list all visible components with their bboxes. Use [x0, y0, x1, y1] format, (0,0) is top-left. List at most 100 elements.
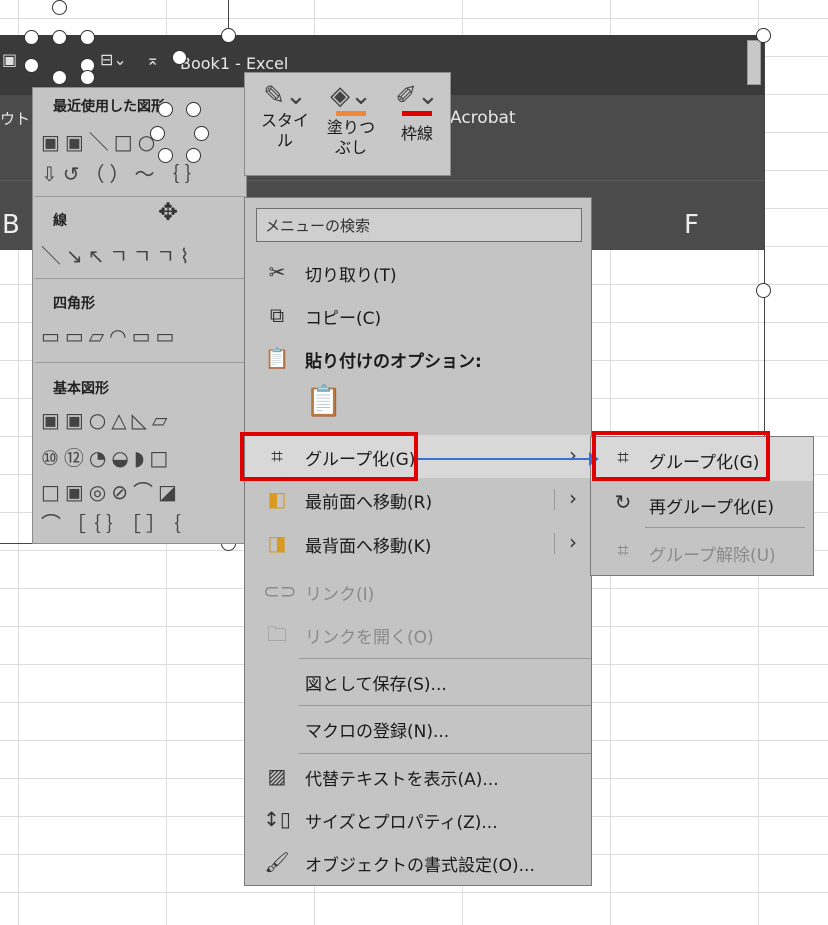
menu-item-save-as-picture[interactable]: 図として保存(S)...	[245, 660, 591, 703]
ribbon-tab-partial[interactable]: ウト	[0, 108, 30, 129]
menu-divider	[299, 658, 591, 659]
gallery-shape-row[interactable]: □▣◎⊘⌒◪	[41, 476, 246, 505]
gallery-shape-row[interactable]: ＼↘↖ㄱㄱㄱ⌇	[41, 240, 246, 269]
menu-item-paste-options: 📋 貼り付けのオプション:	[245, 337, 591, 380]
menu-divider	[299, 705, 591, 706]
shape-handle[interactable]	[80, 30, 95, 45]
scissors-icon: ✂	[268, 260, 286, 284]
menu-item-copy[interactable]: ⧉ コピー(C)	[245, 294, 591, 337]
copy-icon: ⧉	[269, 303, 285, 327]
submenu-item-regroup[interactable]: ↻ 再グループ化(E)	[591, 482, 813, 526]
ungroup-icon: ⌗	[617, 538, 629, 562]
submenu-item-label: グループ解除(U)	[649, 546, 776, 566]
shape-rotate-handle[interactable]	[52, 0, 67, 15]
gallery-section-title: 線	[53, 213, 67, 229]
resize-handle-top[interactable]	[221, 28, 236, 43]
split-divider	[554, 533, 555, 554]
shape-rotate-handle[interactable]	[172, 50, 187, 65]
outline-button[interactable]: ✐⌄ 枠線	[389, 81, 445, 144]
gallery-shape-row[interactable]: ⌒［｛｝［］｛	[41, 508, 246, 537]
size-icon: ↕▯	[263, 807, 291, 831]
menu-item-label: マクロの登録(N)...	[305, 722, 450, 742]
paste-icon: 📋	[264, 346, 290, 370]
regroup-icon: ↻	[614, 490, 632, 514]
style-label: スタイ	[260, 111, 309, 130]
context-menu: メニューの検索 ✂ 切り取り(T) ⧉ コピー(C) 📋 貼り付けのオプション:…	[244, 197, 592, 886]
gallery-shape-row[interactable]: ▣▣＼□○	[41, 126, 246, 155]
highlight-box-group-submenu	[592, 431, 770, 481]
shape-handle[interactable]	[80, 70, 95, 85]
menu-item-send-back[interactable]: ◨ 最背面へ移動(K) ›	[245, 522, 591, 565]
alt-text-icon: ▨	[267, 764, 287, 788]
menu-item-format-object[interactable]: 🖌 オブジェクトの書式設定(O)...	[245, 841, 591, 884]
gallery-divider	[35, 278, 245, 279]
column-header-f[interactable]: F	[684, 210, 699, 240]
shape-handle[interactable]	[158, 148, 173, 163]
menu-item-size-properties[interactable]: ↕▯ サイズとプロパティ(Z)...	[245, 798, 591, 841]
gallery-section-title: 四角形	[53, 296, 95, 312]
shape-gallery-panel: 最近使用した図形 ▣▣＼□○ ⇩↺（）〜｛｝ 線 ＼↘↖ㄱㄱㄱ⌇ 四角形 ▭▭▱…	[32, 87, 247, 544]
gallery-shape-row[interactable]: ▭▭▱◠▭▭	[41, 324, 246, 348]
shape-handle[interactable]	[150, 126, 165, 141]
paste-option-button[interactable]: 📋	[305, 384, 342, 419]
menu-item-cut[interactable]: ✂ 切り取り(T)	[245, 251, 591, 294]
highlight-box-group-menu	[240, 432, 418, 481]
style-button[interactable]: ✎⌄ スタイ ル	[257, 81, 313, 151]
chevron-right-icon[interactable]: ›	[569, 486, 577, 510]
menu-divider	[299, 753, 591, 754]
gallery-divider	[35, 362, 245, 363]
gallery-shape-row[interactable]: ▣▣○△◺▱	[41, 408, 246, 432]
menu-search-input[interactable]: メニューの検索	[256, 208, 582, 242]
gallery-shape-row[interactable]: ⑩⑫◔◒◗□	[41, 442, 246, 471]
send-back-icon: ◨	[267, 531, 287, 555]
resize-handle-right[interactable]	[756, 283, 771, 298]
mini-toolbar: ✎⌄ スタイ ル ◈⌄ 塗りつ ぶし ✐⌄ 枠線	[244, 72, 451, 176]
menu-item-label: 切り取り(T)	[305, 266, 397, 286]
submenu-item-ungroup[interactable]: ⌗ グループ解除(U)	[591, 530, 813, 574]
shape-handle[interactable]	[24, 58, 39, 73]
menu-item-open-link[interactable]: 🗀 リンクを開く(O)	[245, 613, 591, 656]
ribbon-tab-acrobat[interactable]: Acrobat	[450, 108, 516, 128]
bring-front-icon: ◧	[267, 487, 287, 511]
menu-item-label: 貼り付けのオプション:	[305, 352, 482, 372]
gallery-shape-row[interactable]: ⇩↺（）〜｛｝	[41, 158, 246, 187]
gallery-section-title: 基本図形	[53, 381, 109, 397]
menu-item-alt-text[interactable]: ▨ 代替テキストを表示(A)...	[245, 755, 591, 798]
format-icon: 🖌	[264, 850, 290, 874]
menu-item-label: リンク(I)	[305, 585, 375, 605]
outline-label: 枠線	[400, 124, 433, 143]
shape-handle[interactable]	[158, 102, 173, 117]
window-title: Book1 - Excel	[180, 54, 289, 73]
scrollbar-thumb[interactable]	[747, 40, 761, 85]
shape-handle[interactable]	[52, 70, 67, 85]
fill-color-swatch	[336, 111, 366, 116]
shape-handle[interactable]	[24, 30, 39, 45]
shape-handle[interactable]	[194, 126, 209, 141]
shape-handle[interactable]	[52, 30, 67, 45]
menu-item-label: 代替テキストを表示(A)...	[305, 770, 499, 790]
menu-item-label: 図として保存(S)...	[305, 675, 447, 695]
resize-handle-top-right[interactable]	[756, 28, 771, 43]
chevron-right-icon[interactable]: ›	[569, 530, 577, 554]
shape-handle[interactable]	[186, 148, 201, 163]
fill-button[interactable]: ◈⌄ 塗りつ ぶし	[321, 81, 381, 158]
menu-item-bring-front[interactable]: ◧ 最前面へ移動(R) ›	[245, 478, 591, 521]
open-link-icon: 🗀	[267, 622, 287, 646]
menu-search-placeholder: メニューの検索	[265, 217, 371, 235]
fill-label: 塗りつ	[326, 118, 376, 137]
menu-item-label: オブジェクトの書式設定(O)...	[305, 856, 535, 876]
camera-icon[interactable]: ▣	[2, 50, 17, 69]
layout-icon[interactable]: ⊟⌄	[100, 50, 127, 69]
menu-item-link[interactable]: ⊂⊃ リンク(I)	[245, 570, 591, 613]
gallery-divider	[35, 196, 245, 197]
outline-color-swatch	[402, 111, 432, 116]
paint-bucket-icon: ◈⌄	[330, 81, 372, 111]
qat-customize-icon[interactable]: ⌅	[146, 50, 159, 69]
move-cursor-icon: ✥	[158, 198, 179, 226]
shape-handle[interactable]	[186, 102, 201, 117]
menu-item-assign-macro[interactable]: マクロの登録(N)...	[245, 707, 591, 750]
submenu-item-label: 再グループ化(E)	[649, 498, 774, 518]
style-label-2: ル	[276, 131, 293, 150]
column-header-b[interactable]: B	[2, 210, 20, 240]
pencil-icon: ✐⌄	[395, 81, 439, 111]
